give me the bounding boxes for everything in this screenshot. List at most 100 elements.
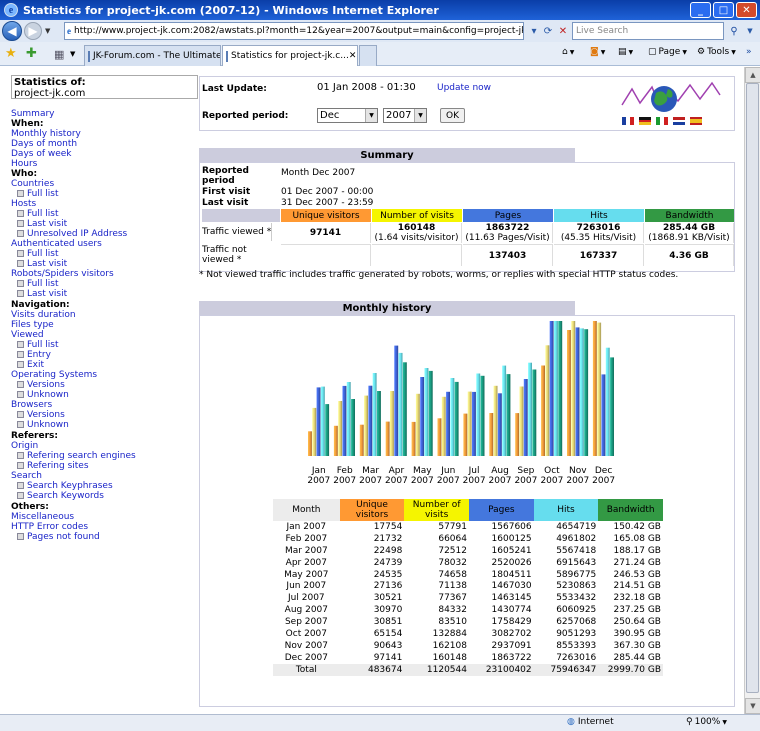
menu-link[interactable]: Pages not found (11, 532, 100, 542)
summary-header-spacer (202, 209, 280, 222)
menu-heading: Navigation: (11, 300, 70, 310)
menu-link[interactable]: Last visit (11, 219, 67, 229)
menu-link[interactable]: Origin (11, 441, 38, 451)
year-select[interactable]: 2007 ▼ (383, 108, 427, 123)
menu-link[interactable]: Full list (11, 340, 58, 350)
tab-list-dropdown[interactable]: ▼ (70, 50, 75, 58)
home-button[interactable]: ⌂ ▼ (562, 47, 574, 57)
menu-link[interactable]: Files type (11, 320, 54, 330)
menu-link[interactable]: Last visit (11, 289, 67, 299)
traffic-not-viewed-label: Traffic not viewed * (202, 245, 247, 265)
table-cell: 367.30 GB (613, 640, 661, 651)
chart-bar-0-0 (308, 431, 312, 456)
new-tab-button[interactable] (359, 45, 377, 66)
menu-link[interactable]: Unknown (11, 420, 69, 430)
tab-close-icon[interactable]: ✕ (349, 51, 357, 61)
recent-pages-dropdown[interactable]: ▼ (45, 27, 50, 35)
table-row: Apr 2007 24739 78032 2520026 6915643 271.24 G… (273, 557, 663, 569)
maximize-button[interactable]: □ (713, 2, 734, 18)
tab-statistics[interactable]: Statistics for project-jk.c... ✕ (222, 45, 358, 66)
menu-link[interactable]: Countries (11, 179, 54, 189)
table-cell: 3082702 (491, 628, 532, 639)
summary-viewed-bandwidth: 285.44 GB (1868.91 KB/Visit) (645, 223, 734, 243)
menu-link[interactable]: Days of month (11, 139, 77, 149)
vertical-scrollbar[interactable]: ▲ ▼ (744, 67, 760, 714)
feeds-button[interactable]: ◙ ▼ (590, 47, 605, 57)
window-titlebar: e Statistics for project-jk.com (2007-12… (0, 0, 760, 20)
chart-bar-2-1 (342, 385, 347, 456)
menu-link[interactable]: HTTP Error codes (11, 522, 88, 532)
update-now-link[interactable]: Update now (437, 83, 491, 93)
search-icon[interactable]: ⚲ (726, 23, 742, 39)
flag-germany-icon[interactable] (639, 117, 651, 125)
menu-link[interactable]: Unresolved IP Address (11, 229, 127, 239)
address-toolbar: ◀ ▶ ▼ e http://www.project-jk.com:2082/a… (0, 20, 760, 42)
sub-item-icon (17, 250, 24, 257)
menu-link[interactable]: Full list (11, 209, 58, 219)
menu-link[interactable]: Search Keyphrases (11, 481, 113, 491)
menu-link[interactable]: Operating Systems (11, 370, 97, 380)
menu-link[interactable]: Full list (11, 249, 58, 259)
quick-tabs-icon[interactable]: ▦ (54, 48, 64, 61)
url-text: http://www.project-jk.com:2082/awstats.p… (74, 26, 523, 36)
menu-link[interactable]: Entry (11, 350, 51, 360)
chart-month-label: 2007 (566, 476, 589, 486)
menu-link[interactable]: Authenticated users (11, 239, 102, 249)
menu-link[interactable]: Versions (11, 380, 65, 390)
scroll-down-icon[interactable]: ▼ (745, 698, 760, 714)
menu-link[interactable]: Exit (11, 360, 44, 370)
menu-link[interactable]: Summary (11, 109, 55, 119)
month-select[interactable]: Dec ▼ (317, 108, 378, 123)
menu-link[interactable]: Hosts (11, 199, 36, 209)
print-button[interactable]: ▤ ▼ (618, 47, 633, 57)
menu-link[interactable]: Hours (11, 159, 37, 169)
menu-link[interactable]: Days of week (11, 149, 72, 159)
zoom-control[interactable]: ⚲ 100% ▼ (686, 717, 727, 727)
scroll-up-icon[interactable]: ▲ (745, 67, 760, 83)
toolbar-more-icon[interactable]: » (746, 47, 752, 57)
menu-link[interactable]: Search Keywords (11, 491, 104, 501)
table-cell: 160148 (432, 652, 467, 663)
chart-month-label: Feb (337, 466, 353, 476)
menu-link[interactable]: Full list (11, 279, 58, 289)
menu-link[interactable]: Visits duration (11, 310, 76, 320)
menu-link[interactable]: Full list (11, 189, 58, 199)
flag-netherlands-icon[interactable] (673, 117, 685, 125)
search-options-icon[interactable]: ▼ (742, 23, 758, 39)
search-input[interactable]: Live Search (572, 22, 724, 40)
forward-button[interactable]: ▶ (24, 22, 42, 40)
add-favorites-icon[interactable]: ✚ (26, 46, 37, 61)
stop-icon[interactable]: ✕ (555, 23, 571, 39)
menu-link[interactable]: Browsers (11, 400, 52, 410)
flag-spain-icon[interactable] (690, 117, 702, 125)
summary-title: Summary (199, 148, 575, 162)
menu-heading: Others: (11, 502, 49, 512)
menu-link[interactable]: Viewed (11, 330, 44, 340)
tab-jk-forum[interactable]: JK-Forum.com - The Ultimate... (84, 45, 221, 66)
menu-link[interactable]: Robots/Spiders visitors (11, 269, 114, 279)
favorites-star-icon[interactable]: ★ (5, 46, 17, 61)
address-field[interactable]: e http://www.project-jk.com:2082/awstats… (64, 22, 524, 40)
menu-link[interactable]: Search (11, 471, 42, 481)
chart-month-label: 2007 (333, 476, 356, 486)
menu-link[interactable]: Refering sites (11, 461, 89, 471)
menu-link[interactable]: Unknown (11, 390, 69, 400)
menu-link[interactable]: Refering search engines (11, 451, 136, 461)
close-window-button[interactable]: ✕ (736, 2, 757, 18)
menu-link[interactable]: Monthly history (11, 129, 81, 139)
tools-menu-button[interactable]: ⚙ Tools ▼ (697, 47, 736, 57)
back-button[interactable]: ◀ (2, 21, 22, 41)
menu-link[interactable]: Versions (11, 410, 65, 420)
ok-button[interactable]: OK (440, 108, 465, 123)
flag-france-icon[interactable] (622, 117, 634, 125)
flag-italy-icon[interactable] (656, 117, 668, 125)
menu-link[interactable]: Last visit (11, 259, 67, 269)
summary-header-hits: Hits (554, 209, 644, 222)
page-menu-button[interactable]: ▢ Page ▼ (648, 47, 687, 57)
table-cell: Sep 2007 (284, 617, 328, 628)
minimize-button[interactable]: _ (690, 2, 711, 18)
menu-link[interactable]: Miscellaneous (11, 512, 74, 522)
statistics-of-box: Statistics of: project-jk.com (11, 75, 198, 99)
scroll-thumb[interactable] (746, 83, 759, 693)
refresh-icon[interactable]: ⟳ (540, 23, 556, 39)
